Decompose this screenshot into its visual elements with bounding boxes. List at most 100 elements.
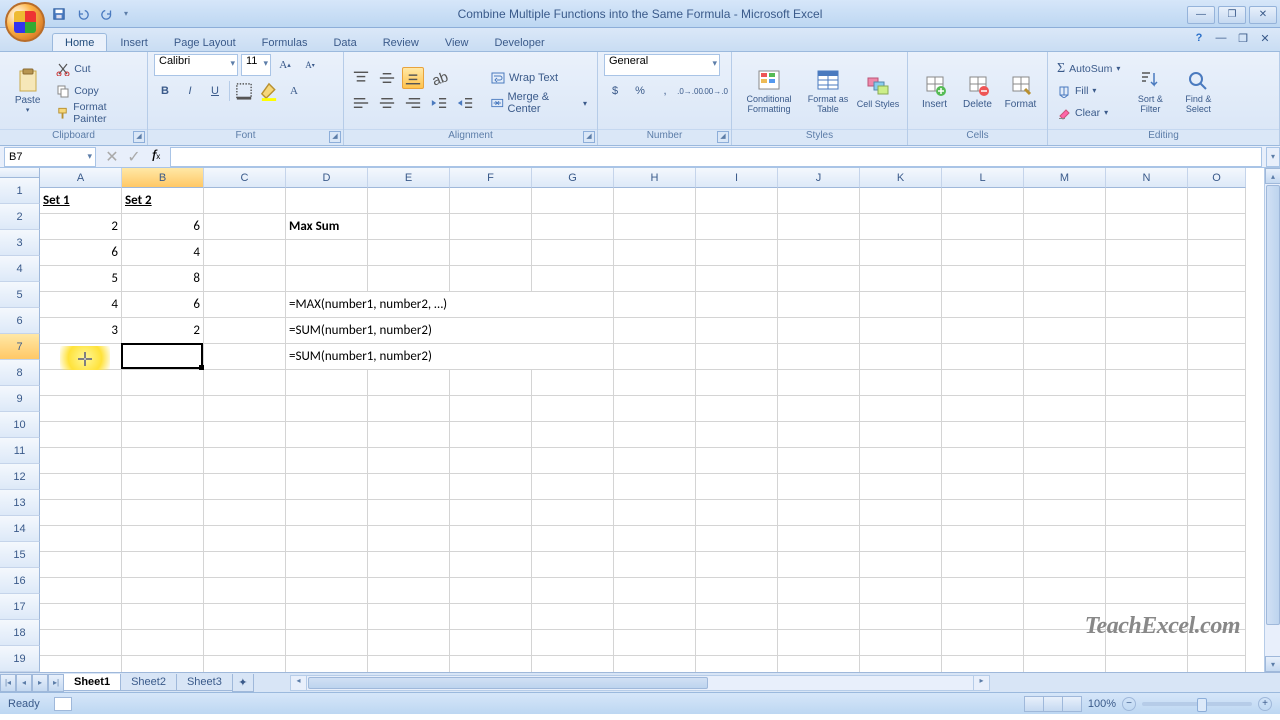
- row-header-19[interactable]: 19: [0, 646, 40, 672]
- scroll-thumb[interactable]: [1266, 185, 1280, 625]
- cell-F10[interactable]: [450, 422, 532, 448]
- cell-O13[interactable]: [1188, 500, 1246, 526]
- page-break-view-icon[interactable]: [1062, 696, 1082, 712]
- cell-K9[interactable]: [860, 396, 942, 422]
- cell-H9[interactable]: [614, 396, 696, 422]
- cell-C18[interactable]: [204, 630, 286, 656]
- cell-N15[interactable]: [1106, 552, 1188, 578]
- row-header-6[interactable]: 6: [0, 308, 40, 334]
- cell-K5[interactable]: [860, 292, 942, 318]
- cell-D5[interactable]: =MAX(number1, number2, …): [286, 292, 586, 318]
- cell-I9[interactable]: [696, 396, 778, 422]
- cell-A5[interactable]: 4: [40, 292, 122, 318]
- row-header-13[interactable]: 13: [0, 490, 40, 516]
- cell-H10[interactable]: [614, 422, 696, 448]
- cell-G15[interactable]: [532, 552, 614, 578]
- row-header-16[interactable]: 16: [0, 568, 40, 594]
- cell-K6[interactable]: [860, 318, 942, 344]
- macro-record-icon[interactable]: [54, 697, 72, 711]
- cell-O4[interactable]: [1188, 266, 1246, 292]
- cell-C14[interactable]: [204, 526, 286, 552]
- cell-B1[interactable]: Set 2: [122, 188, 204, 214]
- cell-G2[interactable]: [532, 214, 614, 240]
- cell-E11[interactable]: [368, 448, 450, 474]
- sort-filter-button[interactable]: Sort & Filter: [1129, 55, 1171, 127]
- cell-C16[interactable]: [204, 578, 286, 604]
- cell-G12[interactable]: [532, 474, 614, 500]
- cell-N10[interactable]: [1106, 422, 1188, 448]
- column-header-G[interactable]: G: [532, 168, 614, 188]
- cell-H12[interactable]: [614, 474, 696, 500]
- cell-B13[interactable]: [122, 500, 204, 526]
- cell-B4[interactable]: 8: [122, 266, 204, 292]
- cell-G4[interactable]: [532, 266, 614, 292]
- workbook-restore-icon[interactable]: ❐: [1234, 30, 1252, 46]
- cell-E2[interactable]: [368, 214, 450, 240]
- cell-D1[interactable]: [286, 188, 368, 214]
- tab-data[interactable]: Data: [320, 33, 369, 51]
- row-header-2[interactable]: 2: [0, 204, 40, 230]
- cell-N5[interactable]: [1106, 292, 1188, 318]
- cell-B6[interactable]: 2: [122, 318, 204, 344]
- cell-B14[interactable]: [122, 526, 204, 552]
- decrease-indent-icon[interactable]: [428, 92, 450, 114]
- cell-C15[interactable]: [204, 552, 286, 578]
- cell-A13[interactable]: [40, 500, 122, 526]
- cell-E16[interactable]: [368, 578, 450, 604]
- cell-O11[interactable]: [1188, 448, 1246, 474]
- cell-O14[interactable]: [1188, 526, 1246, 552]
- cell-G11[interactable]: [532, 448, 614, 474]
- cell-M5[interactable]: [1024, 292, 1106, 318]
- cell-N11[interactable]: [1106, 448, 1188, 474]
- cell-B5[interactable]: 6: [122, 292, 204, 318]
- cell-C13[interactable]: [204, 500, 286, 526]
- font-dialog-icon[interactable]: ◢: [329, 131, 341, 143]
- cell-N8[interactable]: [1106, 370, 1188, 396]
- cell-M10[interactable]: [1024, 422, 1106, 448]
- font-color-icon[interactable]: A: [283, 80, 305, 102]
- cell-F14[interactable]: [450, 526, 532, 552]
- row-header-4[interactable]: 4: [0, 256, 40, 282]
- cell-B10[interactable]: [122, 422, 204, 448]
- cell-A3[interactable]: 6: [40, 240, 122, 266]
- cell-I14[interactable]: [696, 526, 778, 552]
- cell-I2[interactable]: [696, 214, 778, 240]
- column-header-J[interactable]: J: [778, 168, 860, 188]
- cell-D17[interactable]: [286, 604, 368, 630]
- cell-G18[interactable]: [532, 630, 614, 656]
- cell-J3[interactable]: [778, 240, 860, 266]
- cell-L3[interactable]: [942, 240, 1024, 266]
- cell-M6[interactable]: [1024, 318, 1106, 344]
- name-box[interactable]: B7: [4, 147, 96, 167]
- normal-view-icon[interactable]: [1024, 696, 1044, 712]
- cell-J1[interactable]: [778, 188, 860, 214]
- cell-D4[interactable]: [286, 266, 368, 292]
- cell-M4[interactable]: [1024, 266, 1106, 292]
- cell-F18[interactable]: [450, 630, 532, 656]
- cell-E14[interactable]: [368, 526, 450, 552]
- cell-J8[interactable]: [778, 370, 860, 396]
- cell-I13[interactable]: [696, 500, 778, 526]
- cell-H4[interactable]: [614, 266, 696, 292]
- column-header-A[interactable]: A: [40, 168, 122, 188]
- cell-J2[interactable]: [778, 214, 860, 240]
- cell-F12[interactable]: [450, 474, 532, 500]
- cell-J10[interactable]: [778, 422, 860, 448]
- column-header-I[interactable]: I: [696, 168, 778, 188]
- cell-L10[interactable]: [942, 422, 1024, 448]
- cell-K11[interactable]: [860, 448, 942, 474]
- cell-D11[interactable]: [286, 448, 368, 474]
- cell-I18[interactable]: [696, 630, 778, 656]
- cancel-formula-icon[interactable]: ✕: [102, 148, 122, 166]
- tab-insert[interactable]: Insert: [107, 33, 161, 51]
- increase-indent-icon[interactable]: [454, 92, 476, 114]
- cell-D3[interactable]: [286, 240, 368, 266]
- percent-icon[interactable]: %: [629, 80, 651, 102]
- cell-H8[interactable]: [614, 370, 696, 396]
- cell-L11[interactable]: [942, 448, 1024, 474]
- cell-N1[interactable]: [1106, 188, 1188, 214]
- cell-C7[interactable]: [204, 344, 286, 370]
- cell-L18[interactable]: [942, 630, 1024, 656]
- cell-styles-button[interactable]: Cell Styles: [856, 55, 900, 127]
- cell-O6[interactable]: [1188, 318, 1246, 344]
